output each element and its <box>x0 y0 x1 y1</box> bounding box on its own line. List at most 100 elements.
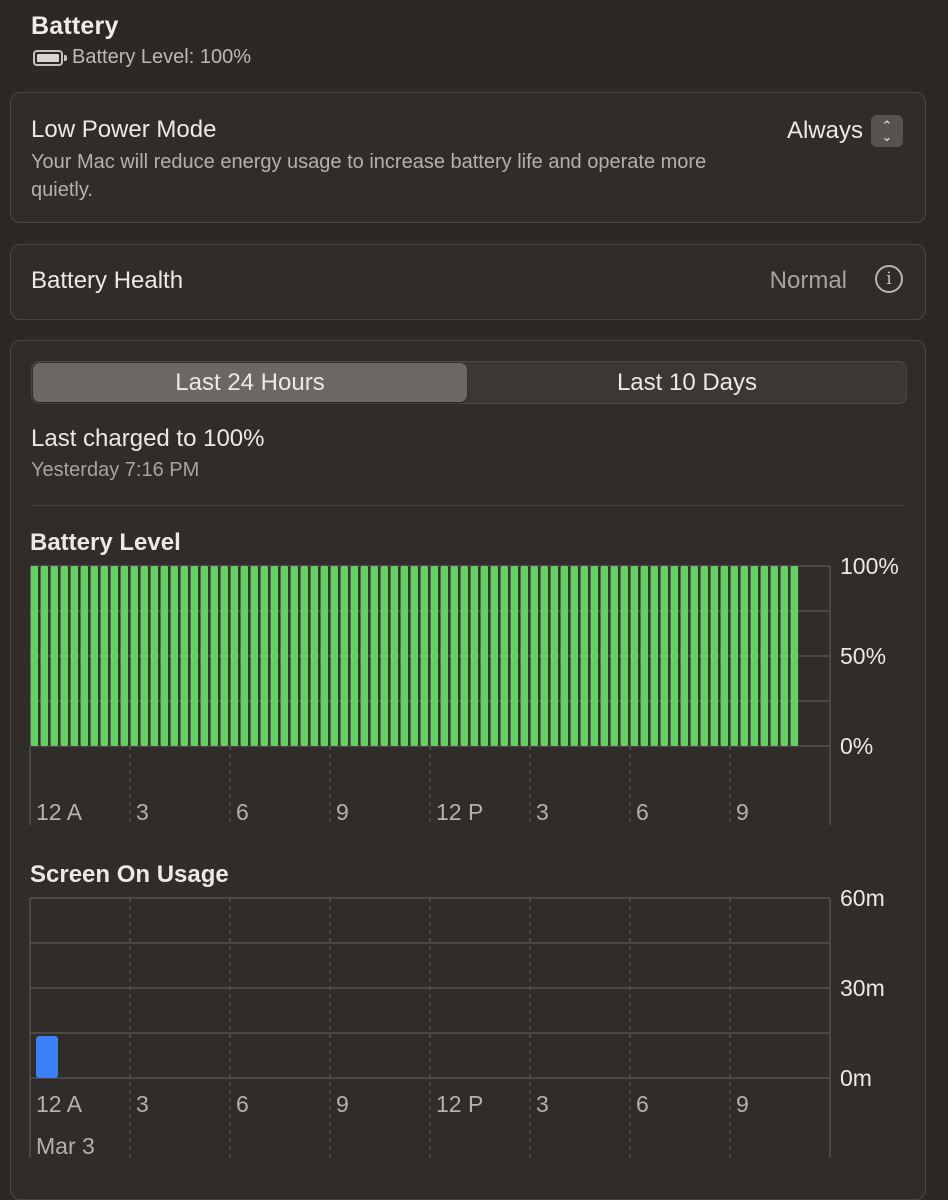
x-tick-label: 6 <box>236 1091 249 1117</box>
battery-level-bar <box>750 566 759 746</box>
battery-level-bar <box>450 566 459 746</box>
battery-level-bar <box>760 566 769 746</box>
battery-level-bar <box>540 566 549 746</box>
battery-level-bar <box>430 566 439 746</box>
battery-level-bar <box>770 566 779 746</box>
battery-level-bar <box>150 566 159 746</box>
battery-level-bar <box>270 566 279 746</box>
battery-level-bar <box>520 566 529 746</box>
battery-level-bar <box>550 566 559 746</box>
battery-level-bar <box>380 566 389 746</box>
battery-level-bar <box>570 566 579 746</box>
x-tick-label: 3 <box>536 1091 549 1117</box>
x-tick-label: 9 <box>336 799 349 825</box>
battery-level-bar <box>790 566 799 746</box>
battery-level-bar <box>640 566 649 746</box>
x-tick-label: 12 P <box>436 1091 483 1117</box>
battery-level-bar <box>680 566 689 746</box>
battery-level-bar <box>340 566 349 746</box>
x-tick-label: 9 <box>736 799 749 825</box>
x-tick-label: 9 <box>336 1091 349 1117</box>
battery-level-bar <box>600 566 609 746</box>
battery-level-bar <box>390 566 399 746</box>
battery-level-bar <box>400 566 409 746</box>
x-tick-label: 6 <box>236 799 249 825</box>
battery-level-bar <box>730 566 739 746</box>
battery-level-bar <box>80 566 89 746</box>
battery-level-bar <box>140 566 149 746</box>
battery-level-bar <box>480 566 489 746</box>
battery-level-bar <box>610 566 619 746</box>
battery-level-bar <box>470 566 479 746</box>
battery-level-bar <box>240 566 249 746</box>
battery-level-bar <box>410 566 419 746</box>
battery-level-bar <box>510 566 519 746</box>
battery-level-bar <box>300 566 309 746</box>
battery-level-bar <box>120 566 129 746</box>
x-tick-label: 6 <box>636 1091 649 1117</box>
battery-level-bar <box>260 566 269 746</box>
battery-level-bar <box>630 566 639 746</box>
battery-level-bar <box>170 566 179 746</box>
battery-level-bar <box>700 566 709 746</box>
battery-level-bar <box>250 566 259 746</box>
battery-level-bar <box>420 566 429 746</box>
battery-level-bar <box>70 566 79 746</box>
battery-level-bar <box>350 566 359 746</box>
battery-level-bar <box>710 566 719 746</box>
battery-level-bar <box>110 566 119 746</box>
battery-level-bar <box>50 566 59 746</box>
y-tick-label: 60m <box>840 885 885 911</box>
battery-level-bar <box>590 566 599 746</box>
battery-level-bar <box>530 566 539 746</box>
battery-level-bar <box>100 566 109 746</box>
battery-level-bar <box>130 566 139 746</box>
y-tick-label: 30m <box>840 975 885 1001</box>
battery-level-bar <box>690 566 699 746</box>
battery-level-bar <box>670 566 679 746</box>
battery-level-bar <box>650 566 659 746</box>
battery-level-bar <box>370 566 379 746</box>
battery-level-bar <box>660 566 669 746</box>
battery-level-bar <box>620 566 629 746</box>
battery-level-bar <box>310 566 319 746</box>
x-tick-label: 12 P <box>436 799 483 825</box>
x-tick-label: 3 <box>136 799 149 825</box>
battery-level-bar <box>190 566 199 746</box>
date-label: Mar 3 <box>36 1133 95 1159</box>
y-tick-label: 50% <box>840 643 886 669</box>
battery-level-bar <box>160 566 169 746</box>
battery-level-bar <box>180 566 189 746</box>
battery-level-bar <box>60 566 69 746</box>
battery-level-bar <box>360 566 369 746</box>
battery-level-bar <box>90 566 99 746</box>
battery-level-bar <box>740 566 749 746</box>
y-tick-label: 0% <box>840 733 873 759</box>
battery-level-bar <box>330 566 339 746</box>
battery-level-bar <box>280 566 289 746</box>
x-tick-label: 12 A <box>36 799 83 825</box>
battery-level-bar <box>720 566 729 746</box>
battery-level-bar <box>460 566 469 746</box>
battery-level-bar <box>440 566 449 746</box>
battery-level-bar <box>780 566 789 746</box>
battery-level-bar <box>230 566 239 746</box>
screen-usage-bar <box>36 1036 58 1078</box>
x-tick-label: 3 <box>536 799 549 825</box>
battery-level-bar <box>320 566 329 746</box>
x-tick-label: 3 <box>136 1091 149 1117</box>
battery-level-bar <box>290 566 299 746</box>
battery-level-bar <box>210 566 219 746</box>
x-tick-label: 12 A <box>36 1091 83 1117</box>
x-tick-label: 9 <box>736 1091 749 1117</box>
x-tick-label: 6 <box>636 799 649 825</box>
battery-level-bar <box>490 566 499 746</box>
battery-level-bar <box>40 566 49 746</box>
battery-level-bar <box>200 566 209 746</box>
y-tick-label: 0m <box>840 1065 872 1091</box>
battery-level-bar <box>580 566 589 746</box>
y-tick-label: 100% <box>840 553 899 579</box>
battery-level-bar <box>30 566 39 746</box>
battery-level-bar <box>220 566 229 746</box>
battery-level-bar <box>500 566 509 746</box>
